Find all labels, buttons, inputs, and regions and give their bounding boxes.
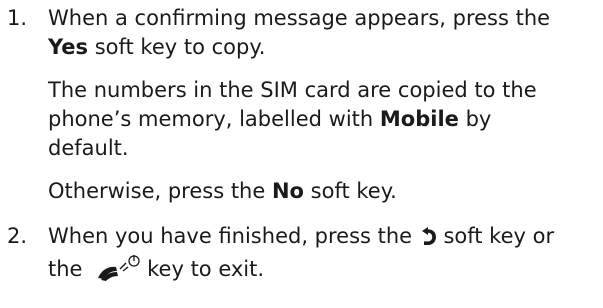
step-text: When a confirming message appears, press… [48, 6, 551, 30]
step-2-line-2: the key to exit. [48, 254, 595, 290]
step-text: When you have finished, press the [48, 224, 419, 248]
step-text: the [48, 257, 90, 281]
step-1-result-paragraph: The numbers in the SIM card are copied t… [48, 76, 595, 163]
mobile-label: Mobile [379, 107, 459, 131]
result-line-2: phone’s memory, labelled with Mobile by [48, 105, 595, 134]
step-2: 2. When you have finished, press the sof… [0, 222, 595, 290]
step-number: 1. [7, 6, 28, 30]
result-text: by [458, 107, 492, 131]
step-text: soft key or [436, 224, 555, 248]
instruction-document: 1. When a confirming message appears, pr… [0, 0, 603, 290]
otherwise-text: soft key. [303, 179, 397, 203]
step-1-line-1: When a confirming message appears, press… [48, 4, 595, 33]
step-1-line-2: Yes soft key to copy. [48, 33, 595, 62]
otherwise-text: Otherwise, press the [48, 179, 272, 203]
step-1: 1. When a confirming message appears, pr… [0, 4, 595, 206]
result-text: phone’s memory, labelled with [48, 107, 380, 131]
result-line-1: The numbers in the SIM card are copied t… [48, 78, 537, 102]
yes-soft-key-label: Yes [48, 35, 89, 59]
step-text: soft key to copy. [88, 35, 266, 59]
back-arrow-icon [419, 225, 437, 254]
end-power-key-icon [95, 254, 143, 290]
no-soft-key-label: No [271, 179, 304, 203]
step-1-otherwise-paragraph: Otherwise, press the No soft key. [48, 177, 595, 206]
step-2-line-1: When you have finished, press the soft k… [48, 222, 595, 254]
step-number: 2. [7, 224, 28, 248]
result-line-3: default. [48, 136, 129, 160]
step-text: key to exit. [147, 257, 265, 281]
otherwise-line: Otherwise, press the No soft key. [48, 177, 595, 206]
